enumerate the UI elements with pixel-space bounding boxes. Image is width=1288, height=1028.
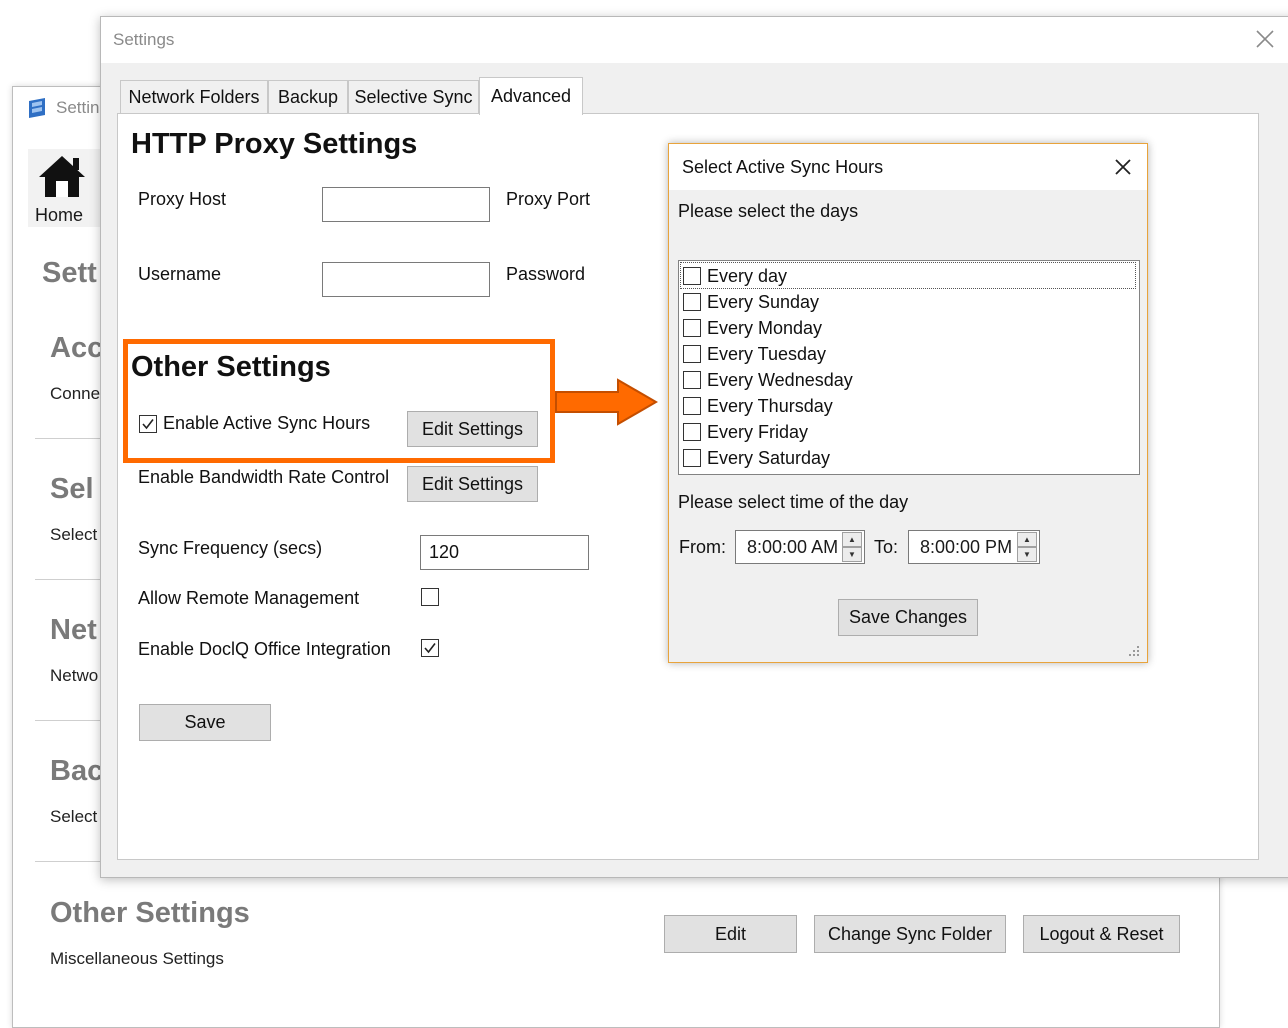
bg-section-heading: Sett — [42, 257, 97, 289]
from-time-picker[interactable]: 8:00:00 AM ▲ ▼ — [735, 530, 865, 564]
day-checkbox[interactable] — [683, 267, 701, 285]
time-prompt: Please select time of the day — [678, 492, 909, 512]
list-item[interactable]: Every Tuesday — [683, 341, 826, 367]
bg-section-heading: Acc — [50, 332, 104, 364]
day-label: Every Wednesday — [707, 369, 853, 390]
sync-frequency-label: Sync Frequency (secs) — [138, 538, 323, 558]
day-checkbox[interactable] — [683, 423, 701, 441]
edit-button[interactable]: Edit — [664, 915, 797, 953]
save-changes-button[interactable]: Save Changes — [838, 599, 978, 636]
password-label: Password — [506, 264, 586, 284]
days-prompt: Please select the days — [678, 201, 859, 221]
list-item[interactable]: Every Wednesday — [683, 367, 853, 393]
tab-selective-sync[interactable]: Selective Sync — [348, 80, 479, 114]
day-label: Every day — [707, 265, 788, 286]
bg-section-heading: Sel — [50, 473, 94, 505]
to-time-picker[interactable]: 8:00:00 PM ▲ ▼ — [908, 530, 1040, 564]
bg-window-title: Settin — [56, 98, 100, 117]
day-label: Every Saturday — [707, 447, 831, 468]
proxy-port-label: Proxy Port — [506, 189, 591, 209]
settings-title: Settings — [113, 30, 175, 49]
day-label: Every Monday — [707, 317, 823, 338]
day-label: Every Thursday — [707, 395, 833, 416]
days-list: Every day Every Sunday Every Monday Ever… — [678, 260, 1140, 475]
other-settings-sub: Miscellaneous Settings — [50, 949, 224, 968]
office-integration-label: Enable DoclQ Office Integration — [138, 639, 391, 659]
day-checkbox[interactable] — [683, 293, 701, 311]
active-sync-hours-dialog: Select Active Sync Hours Please select t… — [668, 143, 1148, 663]
username-input[interactable] — [322, 262, 490, 297]
home-nav-tile[interactable]: Home — [28, 149, 108, 227]
logout-reset-button[interactable]: Logout & Reset — [1023, 915, 1180, 953]
dialog-title: Select Active Sync Hours — [682, 157, 884, 177]
to-time-value: 8:00:00 PM — [920, 536, 1013, 557]
edit-settings-bandwidth-button[interactable]: Edit Settings — [407, 466, 538, 502]
tab-advanced[interactable]: Advanced — [479, 77, 583, 115]
list-item[interactable]: Every Saturday — [683, 445, 830, 471]
from-label: From: — [679, 537, 726, 557]
close-icon[interactable] — [1255, 29, 1275, 49]
day-checkbox[interactable] — [683, 449, 701, 467]
from-spin-buttons[interactable]: ▲ ▼ — [842, 532, 862, 562]
highlight-box — [123, 339, 555, 463]
spin-down-icon[interactable]: ▼ — [842, 547, 862, 562]
bg-section-heading: Bac — [50, 755, 104, 787]
arrow-right-icon — [554, 378, 660, 426]
bg-section-heading: Net — [50, 614, 97, 646]
save-button[interactable]: Save — [139, 704, 271, 741]
spin-down-icon[interactable]: ▼ — [1017, 547, 1037, 562]
to-label: To: — [874, 537, 899, 557]
app-logo-icon — [27, 97, 47, 119]
proxy-host-input[interactable] — [322, 187, 490, 222]
day-checkbox[interactable] — [683, 371, 701, 389]
bg-section-sub: Select — [50, 525, 98, 544]
list-item[interactable]: Every Sunday — [683, 289, 819, 315]
list-item[interactable]: Every Thursday — [683, 393, 833, 419]
spin-up-icon[interactable]: ▲ — [842, 532, 862, 547]
tab-backup[interactable]: Backup — [268, 80, 348, 114]
list-item[interactable]: Every Friday — [683, 419, 808, 445]
username-label: Username — [138, 264, 222, 284]
day-checkbox[interactable] — [683, 397, 701, 415]
resize-grip-icon[interactable] — [1127, 644, 1141, 658]
remote-mgmt-checkbox[interactable] — [421, 588, 439, 606]
day-checkbox[interactable] — [683, 345, 701, 363]
bg-section-sub: Conne — [50, 384, 101, 403]
change-sync-folder-button[interactable]: Change Sync Folder — [814, 915, 1006, 953]
settings-titlebar: Settings — [101, 17, 1288, 63]
proxy-host-label: Proxy Host — [138, 189, 227, 209]
dialog-titlebar: Select Active Sync Hours — [669, 144, 1147, 190]
bg-section-sub: Netwo — [50, 666, 99, 685]
dialog-close-icon[interactable] — [1114, 158, 1132, 176]
proxy-heading: HTTP Proxy Settings — [131, 128, 418, 160]
tab-network-folders[interactable]: Network Folders — [120, 80, 268, 114]
day-label: Every Sunday — [707, 291, 820, 312]
day-label: Every Friday — [707, 421, 809, 442]
day-label: Every Tuesday — [707, 343, 827, 364]
spin-up-icon[interactable]: ▲ — [1017, 532, 1037, 547]
other-settings-heading: Other Settings — [50, 897, 250, 929]
list-item[interactable]: Every Monday — [683, 315, 822, 341]
bg-section-sub: Select — [50, 807, 98, 826]
sync-frequency-input[interactable]: 120 — [420, 535, 589, 570]
home-label: Home — [35, 205, 84, 225]
day-checkbox[interactable] — [683, 319, 701, 337]
bandwidth-label: Enable Bandwidth Rate Control — [138, 467, 390, 487]
list-item[interactable]: Every day — [683, 263, 787, 289]
to-spin-buttons[interactable]: ▲ ▼ — [1017, 532, 1037, 562]
office-integration-checkbox[interactable] — [421, 639, 439, 657]
remote-mgmt-label: Allow Remote Management — [138, 588, 360, 608]
home-icon — [37, 153, 87, 199]
from-time-value: 8:00:00 AM — [747, 536, 839, 557]
